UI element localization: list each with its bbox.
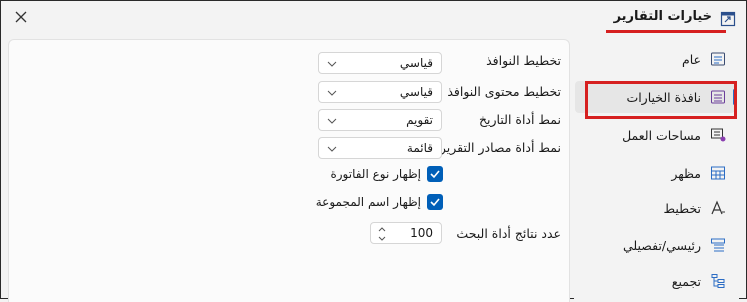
report-window-icon	[720, 11, 736, 27]
window-layout-value: قياسي	[399, 56, 433, 70]
sidebar-item-label: عام	[681, 51, 701, 67]
window-layout-label: تخطيط النوافذ	[486, 53, 561, 68]
show-invoice-type-checkbox[interactable]	[427, 166, 443, 182]
title-highlight-underline	[606, 30, 726, 33]
layout-font-icon	[709, 199, 727, 217]
options-panel: تخطيط النوافذ قياسي تخطيط محتوى النوافذ …	[8, 39, 570, 302]
sidebar-item-label: مساحات العمل	[622, 127, 701, 143]
sidebar-item-master-detail[interactable]: رئيسي/تفصيلي	[575, 229, 735, 261]
options-sidebar: عام نافذة الخيارات مساحات العمل مظهر تخط…	[574, 39, 739, 301]
title-bar: خيارات التقارير	[1, 1, 746, 37]
general-settings-icon	[709, 50, 727, 68]
show-invoice-type-label: إظهار نوع الفاتورة	[330, 167, 421, 181]
spin-arrows-icon[interactable]	[377, 225, 387, 243]
workspaces-icon	[709, 126, 727, 144]
date-tool-style-label: نمط أداة التاريخ	[478, 112, 561, 127]
master-detail-icon	[709, 236, 727, 254]
show-group-name-option[interactable]: إظهار اسم المجموعة	[316, 194, 443, 210]
sidebar-item-layout[interactable]: تخطيط	[575, 192, 735, 224]
grouping-icon	[709, 272, 727, 290]
report-sources-style-value: قائمة	[406, 141, 433, 155]
search-results-count-stepper[interactable]: 100	[370, 222, 442, 244]
show-invoice-type-option[interactable]: إظهار نوع الفاتورة	[330, 166, 443, 182]
report-sources-style-select[interactable]: قائمة	[318, 137, 442, 159]
sidebar-item-grouping[interactable]: تجميع	[575, 265, 735, 297]
sidebar-item-general[interactable]: عام	[575, 43, 735, 75]
sidebar-item-label: تجميع	[671, 273, 701, 289]
show-group-name-checkbox[interactable]	[427, 194, 443, 210]
sidebar-item-label: تخطيط	[663, 200, 701, 216]
window-layout-select[interactable]: قياسي	[318, 52, 442, 74]
chevron-down-icon	[327, 146, 337, 152]
selection-highlight-box	[585, 81, 737, 119]
report-options-window: خيارات التقارير عام نافذة الخيارات مساحا…	[0, 0, 747, 302]
window-content-layout-label: تخطيط محتوى النوافذ	[447, 84, 561, 99]
appearance-icon	[709, 164, 727, 182]
checkmark-icon	[430, 170, 440, 179]
report-sources-style-label: نمط أداة مصادر التقرير	[439, 140, 561, 155]
sidebar-item-workspaces[interactable]: مساحات العمل	[575, 119, 735, 151]
sidebar-item-appearance[interactable]: مظهر	[575, 157, 735, 189]
show-group-name-label: إظهار اسم المجموعة	[315, 195, 421, 209]
search-results-count-label: عدد نتائج أداة البحث	[456, 226, 561, 241]
search-results-count-value: 100	[410, 226, 433, 240]
chevron-down-icon	[327, 61, 337, 67]
sidebar-item-label: رئيسي/تفصيلي	[622, 237, 701, 253]
checkmark-icon	[430, 198, 440, 207]
chevron-down-icon	[327, 90, 337, 96]
date-tool-style-value: تقويم	[406, 113, 433, 127]
chevron-down-icon	[327, 118, 337, 124]
sidebar-item-label: مظهر	[671, 165, 701, 181]
window-title: خيارات التقارير	[613, 9, 712, 24]
window-content-layout-select[interactable]: قياسي	[318, 81, 442, 103]
date-tool-style-select[interactable]: تقويم	[318, 109, 442, 131]
close-icon[interactable]	[13, 9, 29, 25]
window-content-layout-value: قياسي	[399, 85, 433, 99]
